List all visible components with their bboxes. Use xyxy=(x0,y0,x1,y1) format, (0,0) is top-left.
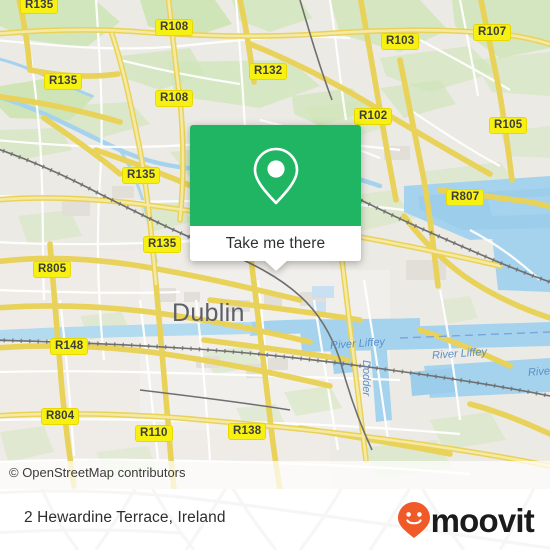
road-shield-r805[interactable]: R805 xyxy=(33,261,72,278)
road-shield-r102[interactable]: R102 xyxy=(354,108,393,125)
road-shield-r804[interactable]: R804 xyxy=(41,408,80,425)
callout-icon-panel xyxy=(190,125,361,226)
road-shield-r107[interactable]: R107 xyxy=(473,24,512,41)
map-pin-icon xyxy=(253,147,298,204)
road-shield-r138[interactable]: R138 xyxy=(228,423,267,440)
road-shield-r135-c[interactable]: R135 xyxy=(122,167,161,184)
footer-bar: 2 Hewardine Terrace, Ireland moovit xyxy=(0,489,550,550)
road-shield-r103[interactable]: R103 xyxy=(381,33,420,50)
callout-action-panel[interactable]: Take me there xyxy=(190,226,361,271)
callout-tail-pointer xyxy=(263,260,288,271)
water-label-dodder: Dodder xyxy=(360,360,372,397)
take-me-there-label: Take me there xyxy=(225,234,326,252)
road-shield-r135-b[interactable]: R135 xyxy=(44,73,83,90)
map-view[interactable]: Dublin River Liffey River Liffey River D… xyxy=(0,0,550,489)
road-shield-r135-d[interactable]: R135 xyxy=(143,236,182,253)
moovit-logo[interactable]: moovit xyxy=(397,501,535,539)
water-label-river-3: River xyxy=(527,365,550,379)
map-attribution-strip: © OpenStreetMap contributors xyxy=(0,461,550,489)
place-label-dublin: Dublin xyxy=(172,299,245,327)
road-shield-r105[interactable]: R105 xyxy=(489,117,528,134)
osm-attribution-text[interactable]: © OpenStreetMap contributors xyxy=(9,465,186,480)
address-label: 2 Hewardine Terrace, Ireland xyxy=(24,509,226,526)
road-shield-r108-a[interactable]: R108 xyxy=(155,19,194,36)
road-shield-r110[interactable]: R110 xyxy=(135,425,173,442)
road-shield-r148[interactable]: R148 xyxy=(50,338,89,355)
moovit-pin-icon xyxy=(397,502,430,538)
road-shield-r135-a[interactable]: R135 xyxy=(20,0,59,14)
road-shield-r807[interactable]: R807 xyxy=(446,189,485,206)
location-callout-card[interactable]: Take me there xyxy=(190,125,361,271)
road-shield-r108-b[interactable]: R108 xyxy=(155,90,194,107)
moovit-wordmark: moovit xyxy=(430,501,535,539)
road-shield-r132[interactable]: R132 xyxy=(249,63,288,80)
